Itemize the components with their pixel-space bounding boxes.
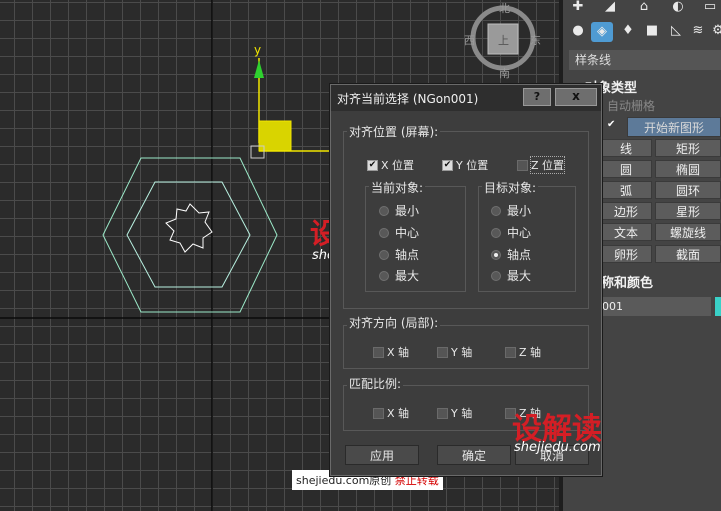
donut-button[interactable]: 圆环: [655, 181, 721, 199]
dialog-title: 对齐当前选择 (NGon001): [337, 92, 479, 106]
dialog-titlebar[interactable]: 对齐当前选择 (NGon001) ? x: [331, 85, 601, 111]
x-position-checkbox[interactable]: ✔ X 位置: [367, 157, 414, 173]
y-axis-label: y: [254, 43, 262, 57]
current-center-radio[interactable]: 中心: [379, 224, 419, 241]
shape-category-dropdown[interactable]: 样条线: [569, 50, 721, 70]
display-tab-icon[interactable]: ▭: [703, 0, 717, 14]
target-max-radio[interactable]: 最大: [491, 267, 531, 284]
spacewarps-icon[interactable]: ≋: [691, 24, 705, 38]
rectangle-button[interactable]: 矩形: [655, 139, 721, 157]
name-color-title: 称和颜色: [601, 276, 654, 291]
current-object-label: 当前对象:: [369, 179, 426, 196]
close-button[interactable]: x: [555, 88, 597, 106]
object-name-field[interactable]: 001: [598, 297, 711, 316]
x-position-check-icon: ✔: [367, 159, 378, 171]
systems-icon[interactable]: ⚙: [711, 24, 721, 38]
create-category-row: ● ◈ ♦ ■ ◺ ≋ ⚙: [563, 20, 721, 46]
target-center-radio[interactable]: 中心: [491, 224, 531, 241]
viewcube-north[interactable]: 北: [499, 0, 510, 16]
create-tab-icon[interactable]: ✚: [571, 0, 585, 14]
geometry-icon[interactable]: ●: [571, 24, 585, 38]
ngon-outer-shape[interactable]: [102, 157, 278, 313]
egg-button[interactable]: 卵形: [600, 245, 652, 263]
viewcube-west[interactable]: 西: [464, 32, 475, 48]
z-position-check-icon: [517, 159, 528, 171]
target-pivot-radio[interactable]: 轴点: [491, 246, 531, 263]
target-object-label: 目标对象:: [482, 179, 539, 196]
arc-button[interactable]: 弧: [600, 181, 652, 199]
align-orientation-label: 对齐方向 (局部):: [347, 314, 441, 331]
shapes-icon[interactable]: ◈: [591, 22, 613, 42]
viewcube-south[interactable]: 南: [499, 65, 510, 81]
viewcube[interactable]: 北 南 西 东 上: [464, 0, 541, 80]
helpers-icon[interactable]: ◺: [669, 24, 683, 38]
orient-y-checkbox[interactable]: Y 轴: [437, 344, 472, 360]
star-button[interactable]: 星形: [655, 202, 721, 220]
current-pivot-radio[interactable]: 轴点: [379, 246, 419, 263]
orient-z-checkbox[interactable]: Z 轴: [505, 344, 541, 360]
z-position-checkbox[interactable]: Z 位置: [517, 156, 566, 174]
object-color-swatch[interactable]: [715, 297, 721, 316]
command-panel-tabs: ✚ ◢ ⌂ ◐ ▭: [563, 0, 721, 16]
y-position-checkbox[interactable]: ✔ Y 位置: [442, 157, 488, 173]
match-scale-label: 匹配比例:: [347, 375, 404, 392]
scale-x-checkbox[interactable]: X 轴: [373, 405, 409, 421]
scale-y-checkbox[interactable]: Y 轴: [437, 405, 472, 421]
cameras-icon[interactable]: ■: [645, 24, 659, 38]
motion-tab-icon[interactable]: ◐: [671, 0, 685, 14]
viewcube-east[interactable]: 东: [530, 32, 541, 48]
orient-x-checkbox[interactable]: X 轴: [373, 344, 409, 360]
helix-button[interactable]: 螺旋线: [655, 223, 721, 241]
modify-tab-icon[interactable]: ◢: [603, 0, 617, 14]
help-button[interactable]: ?: [523, 88, 551, 106]
viewcube-face-top[interactable]: 上: [498, 32, 509, 48]
target-min-radio[interactable]: 最小: [491, 202, 531, 219]
apply-button[interactable]: 应用: [345, 445, 419, 465]
align-position-label: 对齐位置 (屏幕):: [347, 123, 441, 140]
ngon-middle-shape[interactable]: [126, 181, 251, 288]
line-button[interactable]: 线: [600, 139, 652, 157]
start-new-shape-button[interactable]: 开始新图形: [627, 117, 721, 137]
ellipse-button[interactable]: 椭圆: [655, 160, 721, 178]
autogrid-label[interactable]: 自动栅格: [607, 97, 655, 114]
text-button[interactable]: 文本: [600, 223, 652, 241]
lights-icon[interactable]: ♦: [621, 24, 635, 38]
gizmo-y-arrow[interactable]: [254, 60, 264, 78]
ok-button[interactable]: 确定: [437, 445, 511, 465]
y-position-check-icon: ✔: [442, 159, 453, 171]
section-button[interactable]: 截面: [655, 245, 721, 263]
ngon-button[interactable]: 边形: [600, 202, 652, 220]
star-shape[interactable]: [165, 203, 213, 253]
watermark-logo-sub-2: shejiedu.com: [514, 440, 601, 455]
hierarchy-tab-icon[interactable]: ⌂: [637, 0, 651, 14]
circle-button[interactable]: 圆: [600, 160, 652, 178]
current-max-radio[interactable]: 最大: [379, 267, 419, 284]
current-min-radio[interactable]: 最小: [379, 202, 419, 219]
start-new-shape-checkbox[interactable]: ✔: [607, 119, 615, 130]
